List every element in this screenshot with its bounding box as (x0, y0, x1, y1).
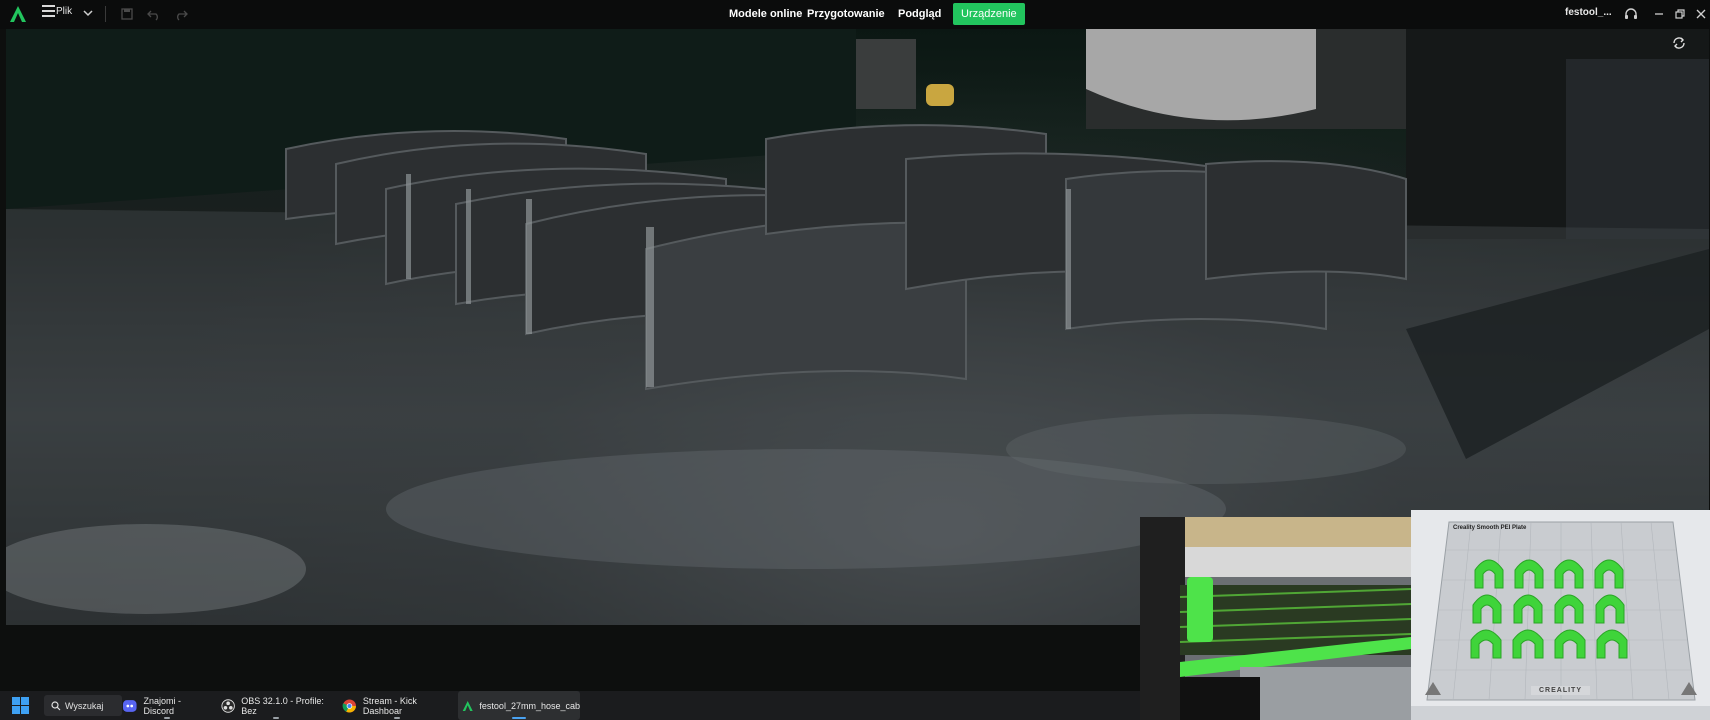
title-bar: Plik Modele online Przygotowanie Podgląd… (0, 0, 1710, 29)
taskbar-app-obs[interactable]: OBS 32.1.0 - Profile: Bez (221, 691, 331, 720)
search-icon (51, 700, 61, 710)
chevron-down-icon[interactable] (82, 7, 94, 19)
taskbar-item-label: OBS 32.1.0 - Profile: Bez (241, 695, 324, 716)
tab-online-models[interactable]: Modele online (729, 3, 802, 25)
taskbar-search[interactable]: Wyszukaj (44, 695, 122, 716)
obs-icon (221, 698, 235, 713)
tab-preview[interactable]: Podgląd (898, 3, 941, 25)
restore-icon[interactable] (1671, 5, 1689, 23)
windows-taskbar: Wyszukaj Znajomi - Discord OBS 32.1.0 - … (0, 691, 1140, 720)
creality-print-icon (462, 700, 473, 711)
save-icon[interactable] (119, 6, 135, 22)
slicer-preview-overlay: Creality Smooth PEI Plate CREALITY (1411, 510, 1710, 720)
running-indicator (394, 717, 400, 719)
webcam-overlay (1140, 517, 1411, 720)
redo-icon[interactable] (173, 6, 189, 22)
project-file-name: festool_... (1565, 7, 1612, 18)
tab-device[interactable]: Urządzenie (953, 3, 1025, 25)
taskbar-app-chrome[interactable]: Stream - Kick Dashboar (342, 691, 452, 720)
creality-brand-label: CREALITY (1531, 686, 1590, 695)
headset-support-icon[interactable] (1622, 5, 1640, 23)
chrome-icon (342, 698, 356, 713)
hamburger-icon (42, 5, 55, 17)
undo-icon[interactable] (146, 6, 162, 22)
running-indicator (273, 717, 279, 719)
file-menu-button[interactable]: Plik (42, 5, 72, 17)
taskbar-item-label: Znajomi - Discord (143, 695, 182, 716)
taskbar-item-label: Stream - Kick Dashboar (362, 695, 417, 716)
refresh-camera-icon[interactable] (1671, 35, 1687, 51)
taskbar-app-discord[interactable]: Znajomi - Discord (122, 691, 212, 720)
webcam-image (1140, 517, 1411, 720)
search-label: Wyszukaj (65, 700, 104, 711)
running-indicator (164, 717, 170, 719)
taskbar-item-label: festool_27mm_hose_cab (479, 700, 580, 711)
minimize-icon[interactable] (1650, 5, 1668, 23)
active-indicator (512, 717, 526, 719)
taskbar-app-creality-print[interactable]: festool_27mm_hose_cab (458, 691, 580, 720)
toolbar-divider (105, 6, 106, 22)
app-logo-icon[interactable] (9, 5, 27, 23)
file-menu-label: Plik (56, 5, 73, 17)
tab-prepare[interactable]: Przygotowanie (807, 3, 885, 25)
close-icon[interactable] (1692, 5, 1710, 23)
plate-type-label: Creality Smooth PEI Plate (1453, 525, 1527, 531)
windows-start-icon[interactable] (12, 697, 29, 714)
discord-icon (122, 699, 137, 712)
